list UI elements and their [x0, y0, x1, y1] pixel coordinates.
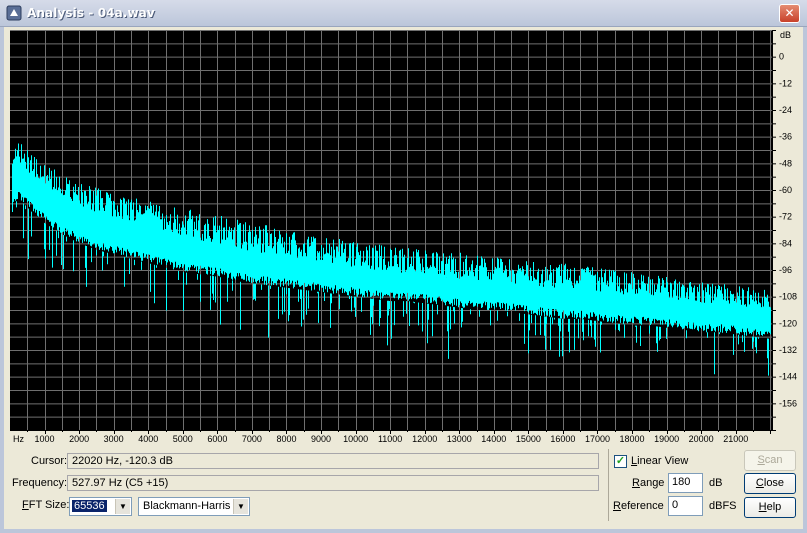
x-tick-label: 21000: [723, 434, 748, 444]
close-window-button[interactable]: ✕: [779, 4, 800, 23]
window-function-value: Blackmann-Harris: [143, 500, 231, 512]
help-button[interactable]: Help: [744, 497, 796, 518]
x-tick-label: 6000: [207, 434, 227, 444]
y-tick-label: -84: [779, 238, 792, 248]
spectrum-chart[interactable]: dB 0 -12 -24 -36 -48 -60 -72 -84 -96 -108 -120 -132 -…: [10, 30, 803, 447]
separator: [608, 449, 609, 521]
x-tick-label: 2000: [69, 434, 89, 444]
y-tick-label: -120: [779, 318, 797, 328]
reference-input[interactable]: 0: [668, 496, 703, 516]
scan-button[interactable]: Scan: [744, 450, 796, 471]
y-tick-label: -48: [779, 158, 792, 168]
x-tick-label: 17000: [585, 434, 610, 444]
y-tick-label: -72: [779, 212, 792, 222]
app-icon: [6, 5, 22, 21]
title-bar: Analysis - 04a.wav ✕: [0, 0, 807, 27]
x-tick-label: 19000: [654, 434, 679, 444]
x-tick-label: 10000: [343, 434, 368, 444]
x-tick-label: 13000: [447, 434, 472, 444]
frequency-readout: 527.97 Hz (C5 +15): [67, 475, 599, 491]
window-frame-right: [803, 27, 807, 533]
spectrum-plot-panel: dB 0 -12 -24 -36 -48 -60 -72 -84 -96 -108 -120 -132 -…: [10, 30, 803, 447]
fft-size-select[interactable]: 65536 ▼: [69, 497, 132, 516]
x-tick-label: 14000: [481, 434, 506, 444]
x-tick-label: 20000: [689, 434, 714, 444]
cursor-label: Cursor:: [31, 455, 68, 467]
window-frame-bottom: [0, 529, 807, 533]
frequency-label: Frequency:: [12, 477, 68, 489]
linear-view-checkbox[interactable]: ✓: [614, 455, 627, 468]
window-frame-left: [0, 27, 4, 533]
x-tick-label: 12000: [412, 434, 437, 444]
cursor-readout: 22020 Hz, -120.3 dB: [67, 453, 599, 469]
close-button[interactable]: Close: [744, 473, 796, 494]
x-tick-label: 9000: [311, 434, 331, 444]
y-tick-label: 0: [779, 52, 784, 62]
x-tick-label: 16000: [550, 434, 575, 444]
y-axis-unit-label: dB: [780, 30, 791, 40]
x-tick-label: 5000: [173, 434, 193, 444]
x-tick-label: 15000: [516, 434, 541, 444]
close-icon: ✕: [784, 6, 795, 20]
y-tick-label: -108: [779, 292, 797, 302]
x-tick-label: 11000: [378, 434, 402, 444]
linear-view-label[interactable]: Linear View: [631, 455, 688, 467]
reference-label: Reference: [613, 500, 664, 512]
window-function-select[interactable]: Blackmann-Harris ▼: [138, 497, 250, 516]
y-tick-label: -36: [779, 132, 792, 142]
y-tick-label: -144: [779, 372, 797, 382]
x-tick-label: 18000: [620, 434, 645, 444]
x-tick-label: 4000: [138, 434, 158, 444]
x-axis-unit-label: Hz: [13, 434, 24, 444]
range-input[interactable]: 180: [668, 473, 703, 493]
x-tick-label: 7000: [242, 434, 262, 444]
range-label: Range: [632, 477, 665, 489]
y-tick-label: -96: [779, 265, 792, 275]
fft-size-value: 65536: [72, 500, 107, 512]
reference-unit: dBFS: [709, 500, 737, 512]
chevron-down-icon[interactable]: ▼: [115, 499, 130, 514]
x-tick-label: 8000: [276, 434, 296, 444]
x-tick-label: 1000: [35, 434, 55, 444]
y-tick-label: -12: [779, 78, 792, 88]
window-title: Analysis - 04a.wav: [27, 6, 155, 20]
chevron-down-icon[interactable]: ▼: [233, 499, 248, 514]
y-tick-label: -60: [779, 185, 792, 195]
y-tick-label: -24: [779, 105, 792, 115]
fft-size-label: FFT Size:: [22, 499, 70, 511]
range-unit: dB: [709, 477, 723, 489]
y-tick-label: -132: [779, 345, 797, 355]
x-tick-label: 3000: [104, 434, 124, 444]
y-tick-label: -156: [779, 398, 797, 408]
